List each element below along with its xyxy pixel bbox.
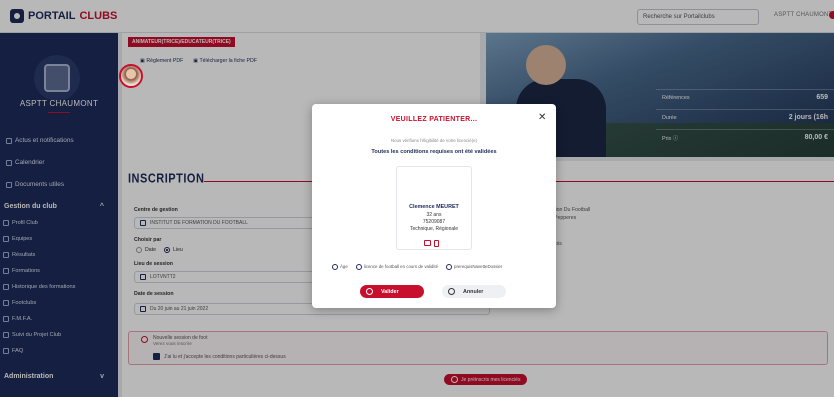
conditions-list: Âge licence de football en cours de vali… [332,264,502,270]
button-label: Valider [381,288,399,295]
licencie-role: Technique, Régionale [409,226,459,232]
licencie-contact-icons [424,240,439,247]
licencie-id: 75209087 [422,219,446,225]
check-circle-icon [355,264,362,270]
condition-label: Âge [340,264,348,270]
licencie-name: Clemence MEURET [409,204,459,210]
condition-licence: licence de football en cours de validité [355,264,439,270]
mail-icon[interactable] [424,240,431,246]
close-icon[interactable]: ✕ [538,112,546,123]
modal-success-text: Toutes les conditions requises ont été v… [371,149,497,155]
annuler-button[interactable]: Annuler [442,285,506,298]
check-circle-icon [332,264,338,270]
valider-button[interactable]: Valider [360,285,424,298]
condition-age: Âge [332,264,348,270]
condition-label: licence de football en cours de validité [363,264,439,270]
cancel-icon [448,288,455,295]
check-icon [366,288,373,295]
modal-checking-text: Nous vérifions l'éligibilité de votre li… [390,138,477,143]
licencie-avatar [119,64,143,88]
licencie-age: 32 ans [426,212,442,218]
eligibility-modal: VEUILLEZ PATIENTER... ✕ Nous vérifions l… [312,104,556,308]
modal-title: VEUILLEZ PATIENTER... [390,116,478,123]
phone-icon[interactable] [434,240,439,247]
button-label: Annuler [463,288,484,295]
condition-label: prerequisNavetteDossier [454,264,503,270]
check-circle-icon [446,264,453,270]
condition-prerequis: prerequisNavetteDossier [446,264,502,270]
